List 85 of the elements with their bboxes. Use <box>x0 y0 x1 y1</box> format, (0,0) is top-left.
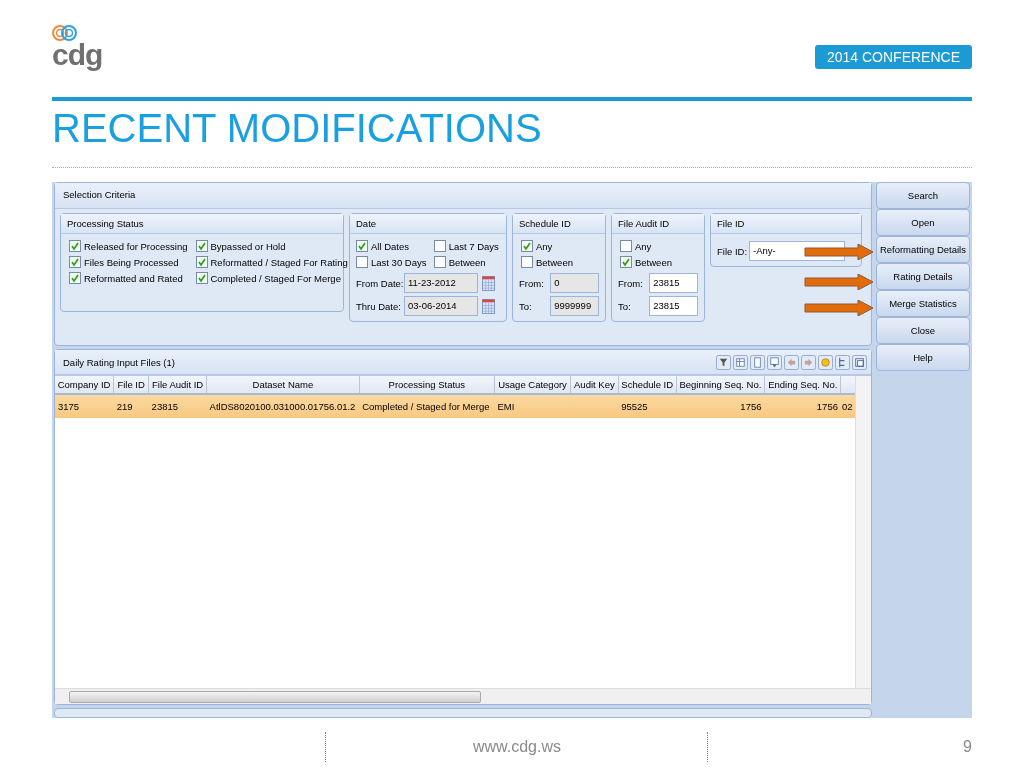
side-button[interactable]: Merge Statistics <box>875 290 970 317</box>
checkbox-label: Bypassed or Hold <box>210 240 286 252</box>
checked-checkbox-icon[interactable] <box>620 256 632 268</box>
left-icon[interactable] <box>783 354 799 370</box>
empty-checkbox-icon[interactable] <box>620 240 632 252</box>
checkbox-label: Between <box>536 256 573 268</box>
table-cell: 1756 <box>676 394 765 418</box>
side-button[interactable]: Close <box>875 317 970 344</box>
empty-checkbox-icon[interactable] <box>356 256 368 268</box>
group-title: File ID <box>717 218 745 229</box>
checked-checkbox-icon[interactable] <box>195 256 208 268</box>
funnel-icon[interactable] <box>715 354 731 370</box>
column-header[interactable]: Schedule ID <box>618 376 677 394</box>
empty-checkbox-icon[interactable] <box>433 256 446 268</box>
page-number: 9 <box>963 738 972 756</box>
checked-checkbox-icon[interactable] <box>195 240 208 252</box>
field-label: To: <box>519 300 533 312</box>
side-button[interactable]: Help <box>875 344 970 371</box>
side-button[interactable]: Reformatting Details <box>875 236 970 263</box>
column-header[interactable]: File ID <box>113 376 149 394</box>
column-header[interactable]: Beginning Seq. No. <box>676 376 765 394</box>
footer-url: www.cdg.ws <box>472 738 562 756</box>
input-field[interactable]: 23815 <box>649 273 698 293</box>
sheet-icon[interactable] <box>732 354 748 370</box>
slide-title: RECENT MODIFICATIONS <box>52 107 543 149</box>
column-header[interactable]: File Audit ID <box>148 376 207 394</box>
checkbox[interactable]: Reformatted and Rated <box>69 272 188 284</box>
column-header[interactable]: Usage Category <box>494 376 571 394</box>
empty-checkbox-icon[interactable] <box>521 256 533 268</box>
group-title: Date <box>356 218 377 229</box>
arrow-drawing <box>804 300 874 316</box>
side-button[interactable]: Search <box>875 182 970 209</box>
checkbox-label: Between <box>635 256 672 268</box>
side-button[interactable]: Rating Details <box>875 263 970 290</box>
calendar-icon[interactable] <box>482 298 495 314</box>
checkbox-label: All Dates <box>371 240 409 252</box>
table-cell: Completed / Staged for Merge <box>359 394 495 418</box>
checked-checkbox-icon[interactable] <box>521 240 533 252</box>
field-label: From: <box>519 277 545 289</box>
checkbox-label: Files Being Processed <box>84 256 179 268</box>
column-header[interactable]: Audit Key <box>570 376 619 394</box>
arrow-drawing <box>804 274 874 290</box>
empty-checkbox-icon[interactable] <box>433 240 446 252</box>
table-cell: 1756 <box>764 394 841 418</box>
input-field[interactable]: 23815 <box>649 296 698 316</box>
column-header[interactable]: Dataset Name <box>206 376 360 394</box>
arrow-drawing <box>804 244 874 260</box>
checkbox-label: Last 7 Days <box>448 240 499 252</box>
checked-checkbox-icon[interactable] <box>69 256 81 268</box>
checkbox-label: Reformatted and Rated <box>84 272 183 284</box>
right-icon[interactable] <box>800 354 816 370</box>
field-label: To: <box>618 300 632 312</box>
field-label: File ID: <box>717 245 745 257</box>
group-title: Processing Status <box>67 218 144 229</box>
checkbox-label: Any <box>635 240 652 252</box>
checked-checkbox-icon[interactable] <box>69 272 81 284</box>
conference-badge: 2014 CONFERENCE <box>814 45 972 69</box>
column-header[interactable]: Ending Seq. No. <box>764 376 841 394</box>
group-title: Schedule ID <box>519 218 571 229</box>
checked-checkbox-icon[interactable] <box>356 240 368 252</box>
table-cell: 3175 <box>55 394 114 418</box>
table-cell: 95525 <box>618 394 677 418</box>
checkbox-label: Between <box>448 256 486 268</box>
panel-title: Selection Criteria <box>63 189 136 200</box>
field-label: Thru Date: <box>356 300 400 312</box>
checkbox-label: Last 30 Days <box>371 256 427 268</box>
calendar-icon[interactable] <box>482 275 495 291</box>
column-header[interactable]: Company ID <box>55 376 114 394</box>
column-header[interactable]: Processing Status <box>359 376 495 394</box>
rings-icon <box>52 24 78 42</box>
group-title: File Audit ID <box>618 218 670 229</box>
field-label: From: <box>618 277 644 289</box>
side-button[interactable]: Open <box>875 209 970 236</box>
checkbox-label: Any <box>536 240 553 252</box>
table-row[interactable]: 3175 219 23815 AtlDS8020100.031000.01756.01.2 Completed / Staged for Merge EMI 95525 1756 1756 02 <box>55 394 856 418</box>
gear-icon[interactable] <box>817 354 833 370</box>
checkbox[interactable]: Bypassed or Hold <box>195 240 348 252</box>
window-icon[interactable] <box>851 354 867 370</box>
panel-title: Daily Rating Input Files (1) <box>63 356 175 368</box>
checked-checkbox-icon[interactable] <box>195 272 208 284</box>
table-cell: EMI <box>494 394 571 418</box>
table-cell: AtlDS8020100.031000.01756.01.2 <box>206 394 360 418</box>
checked-checkbox-icon[interactable] <box>69 240 81 252</box>
page-icon[interactable] <box>749 354 765 370</box>
checkbox[interactable]: Files Being Processed <box>69 256 188 268</box>
